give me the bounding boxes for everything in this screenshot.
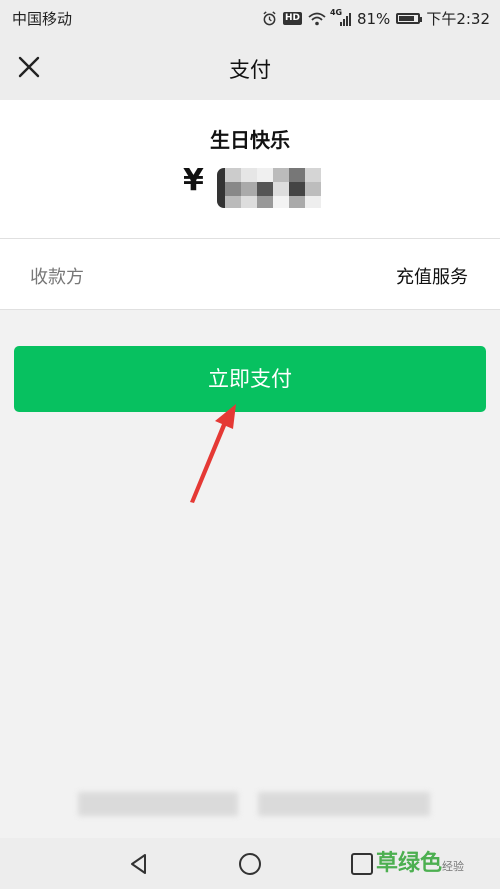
- mosaic-block: [289, 182, 305, 196]
- mosaic-block: [305, 196, 321, 208]
- watermark-suffix: 经验: [442, 860, 465, 873]
- payee-value: 充值服务: [396, 267, 468, 288]
- blurred-text: [78, 792, 238, 816]
- status-icons: HD 4G 81% 下午2:32: [262, 8, 490, 29]
- watermark-text: 草绿色: [376, 851, 443, 876]
- payee-label: 收款方: [30, 267, 84, 288]
- battery-percent: 81%: [356, 9, 391, 28]
- mosaic-block: [289, 168, 305, 182]
- signal-icon: 4G: [330, 8, 351, 26]
- mosaic-block: [305, 182, 321, 196]
- back-icon[interactable]: [126, 851, 152, 877]
- wifi-icon: [308, 12, 326, 25]
- mosaic-block: [241, 182, 257, 196]
- mosaic-block: [225, 196, 241, 208]
- blurred-text: [258, 792, 430, 816]
- hd-icon: HD: [282, 12, 302, 25]
- carrier-name: 中国移动: [12, 10, 73, 28]
- mosaic-block: [241, 168, 257, 182]
- blurred-footer-text: [78, 792, 430, 816]
- mosaic-block: [305, 168, 321, 182]
- alarm-icon: [263, 11, 276, 26]
- mosaic-block: [273, 196, 289, 208]
- mosaic-block: [225, 168, 241, 182]
- mosaic-block: [241, 196, 257, 208]
- amount-pixelated: [213, 162, 323, 212]
- page-title: 支付: [229, 58, 271, 82]
- payment-summary: 生日快乐 ¥: [0, 100, 500, 238]
- mosaic-block: [257, 168, 273, 182]
- network-type: 4G: [329, 7, 343, 17]
- home-icon[interactable]: [237, 851, 263, 877]
- mosaic-block: [273, 168, 289, 182]
- clock: 下午2:32: [426, 10, 490, 28]
- mosaic-block: [273, 182, 289, 196]
- mosaic-block: [257, 182, 273, 196]
- battery-icon: [396, 13, 423, 24]
- amount-row: ¥: [183, 160, 321, 208]
- mosaic-block: [225, 182, 241, 196]
- pay-now-button[interactable]: 立即支付: [14, 346, 486, 412]
- mosaic-block: [257, 196, 273, 208]
- currency-symbol: ¥: [183, 162, 204, 198]
- watermark: 草绿色经验: [376, 845, 464, 877]
- battery-fill: [399, 16, 414, 21]
- status-bar: 中国移动 HD 4G 81% 下午2:32: [0, 0, 500, 34]
- mosaic-block: [289, 196, 305, 208]
- product-name: 生日快乐: [210, 128, 290, 152]
- payee-row: 收款方 充值服务: [0, 238, 500, 310]
- nav-bar: 支付: [0, 34, 500, 100]
- recents-icon[interactable]: [349, 851, 375, 877]
